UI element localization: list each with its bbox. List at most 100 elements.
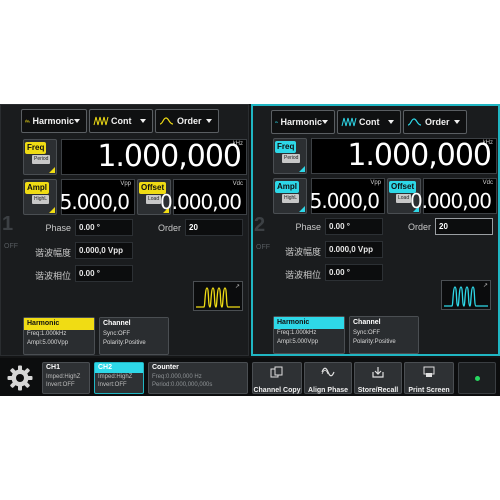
- cont-wave-icon: [93, 116, 109, 126]
- card-title: Channel: [350, 317, 418, 329]
- channel-state: OFF: [256, 244, 270, 251]
- waveform-dropdown[interactable]: Harmonic: [21, 109, 87, 133]
- offset-unit: Vdc: [232, 181, 243, 187]
- channel-number: 1: [2, 213, 14, 235]
- counter-title: Counter: [152, 364, 179, 371]
- phase-field[interactable]: 0.00 °: [75, 219, 133, 236]
- locate-icon: [475, 376, 480, 381]
- dropdown-label: Order: [425, 117, 450, 127]
- order-field[interactable]: 20: [185, 219, 243, 236]
- ampl-value: 5.000,0: [309, 189, 380, 213]
- card-line: Polarity:Positive: [103, 340, 146, 346]
- ampl-value: 5.000,0: [59, 190, 130, 214]
- corner-mark: [299, 206, 305, 212]
- order-label: Order: [157, 223, 181, 233]
- ampl-unit: Vpp: [120, 181, 131, 187]
- chevron-down-icon: [454, 120, 460, 124]
- waveform-dropdown[interactable]: Harmonic: [271, 110, 335, 134]
- chevron-down-icon: [74, 119, 80, 123]
- card-line: Sync:OFF: [353, 330, 381, 336]
- order-dropdown[interactable]: Order: [403, 110, 467, 134]
- harmonic-phase-field[interactable]: 0.00 °: [325, 264, 383, 281]
- mode-dropdown[interactable]: Cont: [89, 109, 153, 133]
- channel-2-panel: 2 OFF Harmonic Cont Order Freq Period kH…: [251, 104, 500, 356]
- generator-screen: 1 OFF Harmonic Cont Order Freq Period kH…: [0, 104, 500, 396]
- chevron-down-icon: [388, 120, 394, 124]
- card-line: Freq:1.000kHz: [27, 331, 67, 337]
- gear-icon[interactable]: [6, 364, 34, 392]
- corner-mark: [299, 166, 305, 172]
- phase-label: Phase: [45, 223, 71, 233]
- store-recall-button[interactable]: Store/Recall: [354, 362, 402, 394]
- highl-tag: HighL: [282, 194, 300, 203]
- counter-freq: Freq:0.000,000 Hz: [152, 374, 202, 380]
- dropdown-label: Harmonic: [280, 117, 322, 127]
- harmonic-amplitude-field[interactable]: 0.000,0 Vpp: [325, 241, 383, 258]
- edit-icon: ↗: [234, 284, 240, 290]
- freq-value-field[interactable]: kHz 1.000,000: [61, 139, 247, 175]
- mode-dropdown[interactable]: Cont: [337, 110, 401, 134]
- order-wave-icon: [407, 118, 422, 126]
- freq-value: 1.000,000: [97, 139, 242, 174]
- offset-unit: Vdc: [482, 180, 493, 186]
- harmonic-info-card[interactable]: Harmonic Freq:1.000kHz Ampl:5.000Vpp: [23, 317, 95, 355]
- offset-value-field[interactable]: Vdc 0.000,00: [410, 178, 497, 214]
- period-tag: Period: [282, 154, 301, 163]
- offset-value: 0.000,00: [409, 189, 492, 213]
- harmonic-wave-icon: [25, 119, 31, 124]
- chevron-down-icon: [322, 120, 328, 124]
- counter-button[interactable]: Counter Freq:0.000,000 Hz Period:0.000,0…: [148, 362, 248, 394]
- freq-param-button[interactable]: Freq Period: [23, 139, 57, 175]
- order-wave-icon: [159, 117, 174, 125]
- ch2-settings-button[interactable]: CH2 Imped:HighZ Invert:OFF: [94, 362, 144, 394]
- button-label: Store/Recall: [357, 387, 399, 394]
- align-phase-icon: [321, 367, 335, 377]
- channel-copy-button[interactable]: Channel Copy: [252, 362, 302, 394]
- freq-param-button[interactable]: Freq Period: [273, 138, 307, 174]
- ampl-value-field[interactable]: Vpp 5.000,0: [59, 179, 135, 215]
- button-label: Channel Copy: [253, 387, 301, 394]
- button-label: Align Phase: [307, 387, 349, 394]
- chevron-down-icon: [140, 119, 146, 123]
- card-line: Polarity:Positive: [353, 339, 396, 345]
- freq-value-field[interactable]: kHz 1.000,000: [311, 138, 497, 174]
- card-title: Harmonic: [24, 318, 94, 330]
- phase-label: Phase: [295, 222, 321, 232]
- period-tag: Period: [32, 155, 51, 164]
- align-phase-button[interactable]: Align Phase: [304, 362, 352, 394]
- order-dropdown[interactable]: Order: [155, 109, 219, 133]
- dropdown-label: Cont: [359, 117, 380, 127]
- freq-value: 1.000,000: [347, 138, 492, 173]
- ampl-tag: Ampl: [275, 181, 299, 193]
- phase-field[interactable]: 0.00 °: [325, 218, 383, 235]
- card-line: Ampl:5.000Vpp: [277, 339, 319, 345]
- channel-info-card[interactable]: Channel Sync:OFF Polarity:Positive: [99, 317, 169, 355]
- ampl-param-button[interactable]: Ampl HighL: [23, 179, 57, 215]
- ampl-param-button[interactable]: Ampl HighL: [273, 178, 307, 214]
- channel-number: 2: [254, 214, 266, 236]
- order-field[interactable]: 20: [435, 218, 493, 235]
- locate-button[interactable]: [458, 362, 496, 394]
- ch1-settings-button[interactable]: CH1 Imped:HighZ Invert:OFF: [42, 362, 90, 394]
- harmonic-info-card[interactable]: Harmonic Freq:1.000kHz Ampl:5.000Vpp: [273, 316, 345, 354]
- corner-mark: [49, 167, 55, 173]
- offset-value-field[interactable]: Vdc 0.000,00: [160, 179, 247, 215]
- print-screen-button[interactable]: Print Screen: [404, 362, 454, 394]
- channel-info-card[interactable]: Channel Sync:OFF Polarity:Positive: [349, 316, 419, 354]
- dropdown-label: Order: [177, 116, 202, 126]
- card-title: Channel: [100, 318, 168, 330]
- harmonic-amplitude-field[interactable]: 0.000,0 Vpp: [75, 242, 133, 259]
- bottom-bar: CH1 Imped:HighZ Invert:OFF CH2 Imped:Hig…: [0, 358, 500, 396]
- ampl-value-field[interactable]: Vpp 5.000,0: [309, 178, 385, 214]
- chevron-down-icon: [206, 119, 212, 123]
- dropdown-label: Harmonic: [32, 116, 74, 126]
- harmonic-phase-label: 谐波相位: [284, 270, 321, 280]
- waveform-preview[interactable]: ↗: [441, 280, 491, 310]
- harmonic-amplitude-label: 谐波幅度: [34, 248, 71, 258]
- card-line: Sync:OFF: [103, 331, 131, 337]
- harmonic-phase-field[interactable]: 0.00 °: [75, 265, 133, 282]
- waveform-preview[interactable]: ↗: [193, 281, 243, 311]
- ch2-invert: Invert:OFF: [98, 382, 127, 388]
- counter-period: Period:0.000,000,000s: [152, 382, 213, 388]
- ch1-imped: Imped:HighZ: [46, 374, 81, 380]
